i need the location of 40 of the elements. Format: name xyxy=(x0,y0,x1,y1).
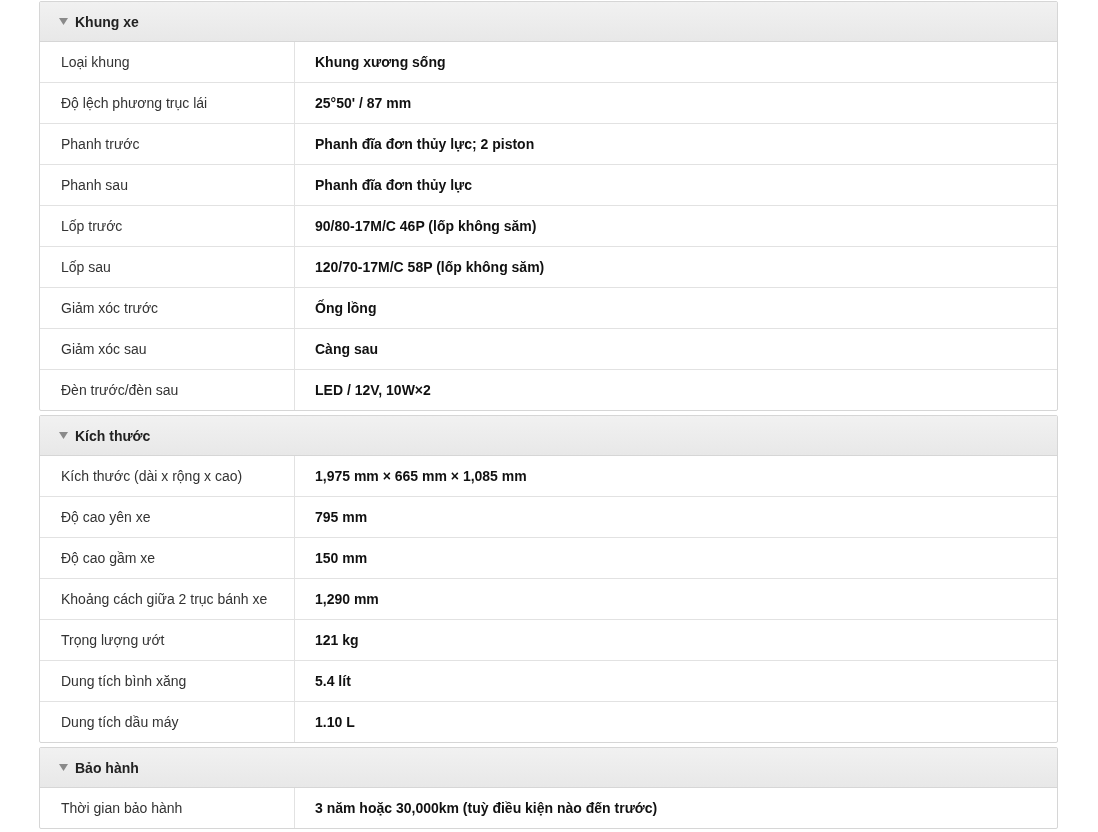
spec-label: Độ cao gầm xe xyxy=(40,538,295,578)
spec-label: Loại khung xyxy=(40,42,295,82)
spec-value: Phanh đĩa đơn thủy lực; 2 piston xyxy=(314,135,536,154)
spec-value: Khung xương sống xyxy=(314,53,447,72)
spec-value: Phanh đĩa đơn thủy lực xyxy=(314,176,473,195)
section-header[interactable]: Kích thước xyxy=(40,416,1057,456)
spec-label: Độ cao yên xe xyxy=(40,497,295,537)
spec-label: Giảm xóc trước xyxy=(40,288,295,328)
spec-value: 120/70-17M/C 58P (lốp không săm) xyxy=(314,258,546,277)
spec-label: Thời gian bảo hành xyxy=(40,788,295,828)
spec-value: 795 mm xyxy=(314,508,369,527)
spec-label: Trọng lượng ướt xyxy=(40,620,295,660)
spec-label: Giảm xóc sau xyxy=(40,329,295,369)
spec-value: Ống lồng xyxy=(314,298,378,318)
spec-label: Dung tích bình xăng xyxy=(40,661,295,701)
spec-value: LED / 12V, 10W×2 xyxy=(314,381,432,400)
spec-label: Khoảng cách giữa 2 trục bánh xe xyxy=(40,579,295,619)
spec-value: 3 năm hoặc 30,000km (tuỳ điều kiện nào đến trước) xyxy=(314,799,659,818)
spec-label: Phanh trước xyxy=(40,124,295,164)
spec-label: Lốp sau xyxy=(40,247,295,287)
spec-value: 121 kg xyxy=(314,631,360,650)
spec-value: 25°50' / 87 mm xyxy=(314,94,413,113)
section-header[interactable]: Bảo hành xyxy=(40,748,1057,788)
spec-value: 1,975 mm × 665 mm × 1,085 mm xyxy=(314,467,528,486)
spec-label: Độ lệch phương trục lái xyxy=(40,83,295,123)
spec-label: Dung tích dầu máy xyxy=(40,702,295,742)
spec-value: Càng sau xyxy=(314,340,379,359)
spec-label: Kích thước (dài x rộng x cao) xyxy=(40,456,295,496)
spec-label: Lốp trước xyxy=(40,206,295,246)
section-header[interactable]: Khung xe xyxy=(40,2,1057,42)
spec-label: Đèn trước/đèn sau xyxy=(40,370,295,410)
caret-icon xyxy=(59,764,68,771)
spec-label: Phanh sau xyxy=(40,165,295,205)
spec-value: 1.10 L xyxy=(314,713,356,732)
spec-value: 5.4 lít xyxy=(314,672,352,691)
spec-value: 1,290 mm xyxy=(314,590,380,609)
spec-value: 90/80-17M/C 46P (lốp không săm) xyxy=(314,217,538,236)
caret-icon xyxy=(59,18,68,25)
caret-icon xyxy=(59,432,68,439)
spec-value: 150 mm xyxy=(314,549,369,568)
